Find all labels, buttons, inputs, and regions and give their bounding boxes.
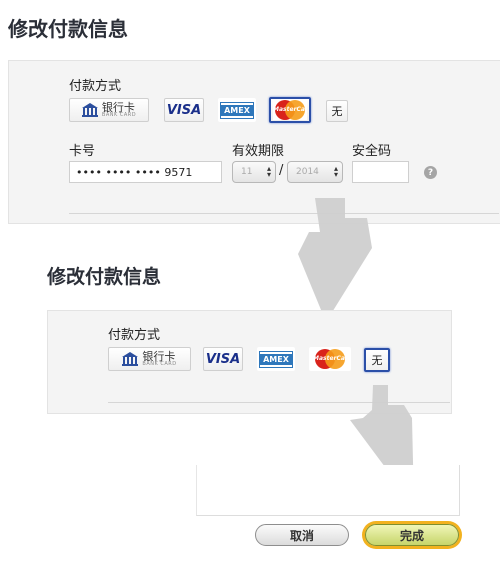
- cancel-button[interactable]: 取消: [255, 524, 349, 546]
- footer-panel: [196, 465, 460, 516]
- done-button[interactable]: 完成: [365, 524, 459, 546]
